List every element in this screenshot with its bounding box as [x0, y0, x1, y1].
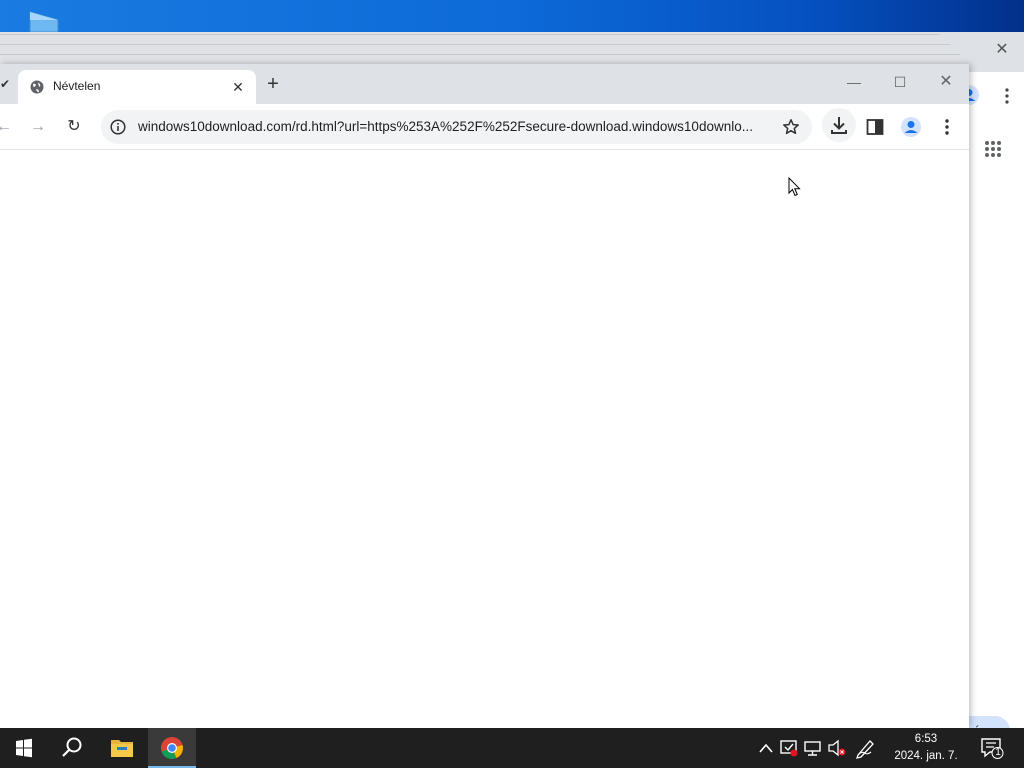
menu-dots-icon[interactable] [936, 116, 958, 138]
tab-close-button[interactable]: ✕ [230, 79, 246, 95]
side-panel-icon[interactable] [864, 116, 886, 138]
download-button[interactable] [822, 108, 856, 142]
security-tray-button[interactable] [778, 728, 800, 768]
reload-button[interactable]: ↻ [64, 117, 84, 137]
maximize-button[interactable]: ☐ [888, 72, 912, 92]
bookmark-star-icon[interactable] [782, 118, 800, 136]
previous-tab-edge[interactable]: ✔ [0, 72, 12, 104]
mouse-cursor-icon [788, 177, 801, 197]
start-button[interactable] [0, 728, 48, 768]
notification-count-badge: 1 [995, 747, 1001, 758]
toolbar: ← → ↻ windows10download.com/rd.html?url=… [0, 104, 969, 150]
minimize-button[interactable]: — [842, 72, 866, 92]
network-icon [804, 741, 821, 756]
clock-date: 2024. jan. 7. [894, 750, 958, 762]
chrome-icon [161, 737, 183, 759]
close-icon[interactable]: ✕ [994, 42, 1010, 58]
security-shield-icon [780, 740, 798, 757]
search-icon [62, 737, 82, 757]
volume-muted-icon [828, 739, 846, 757]
back-button[interactable]: ← [0, 117, 14, 137]
globe-icon [30, 80, 44, 94]
url-text[interactable]: windows10download.com/rd.html?url=https%… [138, 119, 778, 134]
page-content[interactable] [0, 151, 969, 728]
browser-window: ✔ Névtelen ✕ + — ☐ ✕ ← → ↻ windows10down… [0, 64, 969, 728]
network-tray-button[interactable] [802, 728, 824, 768]
profile-icon[interactable] [900, 116, 922, 138]
taskbar: 6:53 2024. jan. 7. 1 [0, 728, 1024, 768]
taskbar-clock[interactable]: 6:53 2024. jan. 7. [884, 731, 968, 765]
pen-icon [856, 740, 874, 759]
action-center-button[interactable]: 1 [980, 736, 1004, 760]
close-window-button[interactable]: ✕ [934, 72, 958, 92]
tab-active[interactable]: Névtelen ✕ [18, 70, 256, 104]
folder-shortcut-icon[interactable] [28, 10, 62, 34]
forward-button[interactable]: → [28, 117, 48, 137]
menu-dots-icon[interactable] [1004, 86, 1010, 106]
file-explorer-button[interactable] [98, 728, 146, 768]
start-icon [16, 738, 32, 758]
search-button[interactable] [48, 728, 96, 768]
download-icon [831, 117, 847, 134]
apps-grid-icon[interactable] [984, 140, 1002, 158]
chevron-up-icon [759, 743, 773, 753]
address-bar[interactable]: windows10download.com/rd.html?url=https%… [101, 110, 812, 144]
pen-tray-button[interactable] [852, 728, 878, 768]
tab-title: Névtelen [53, 79, 101, 93]
info-icon[interactable] [110, 119, 126, 135]
clock-time: 6:53 [914, 733, 938, 745]
chrome-taskbar-button[interactable] [148, 728, 196, 768]
volume-tray-button[interactable] [826, 728, 848, 768]
new-tab-button[interactable]: + [262, 74, 284, 96]
file-explorer-icon [111, 740, 133, 757]
tab-strip: ✔ Névtelen ✕ + — ☐ ✕ [0, 64, 969, 104]
show-hidden-icons-button[interactable] [756, 728, 776, 768]
